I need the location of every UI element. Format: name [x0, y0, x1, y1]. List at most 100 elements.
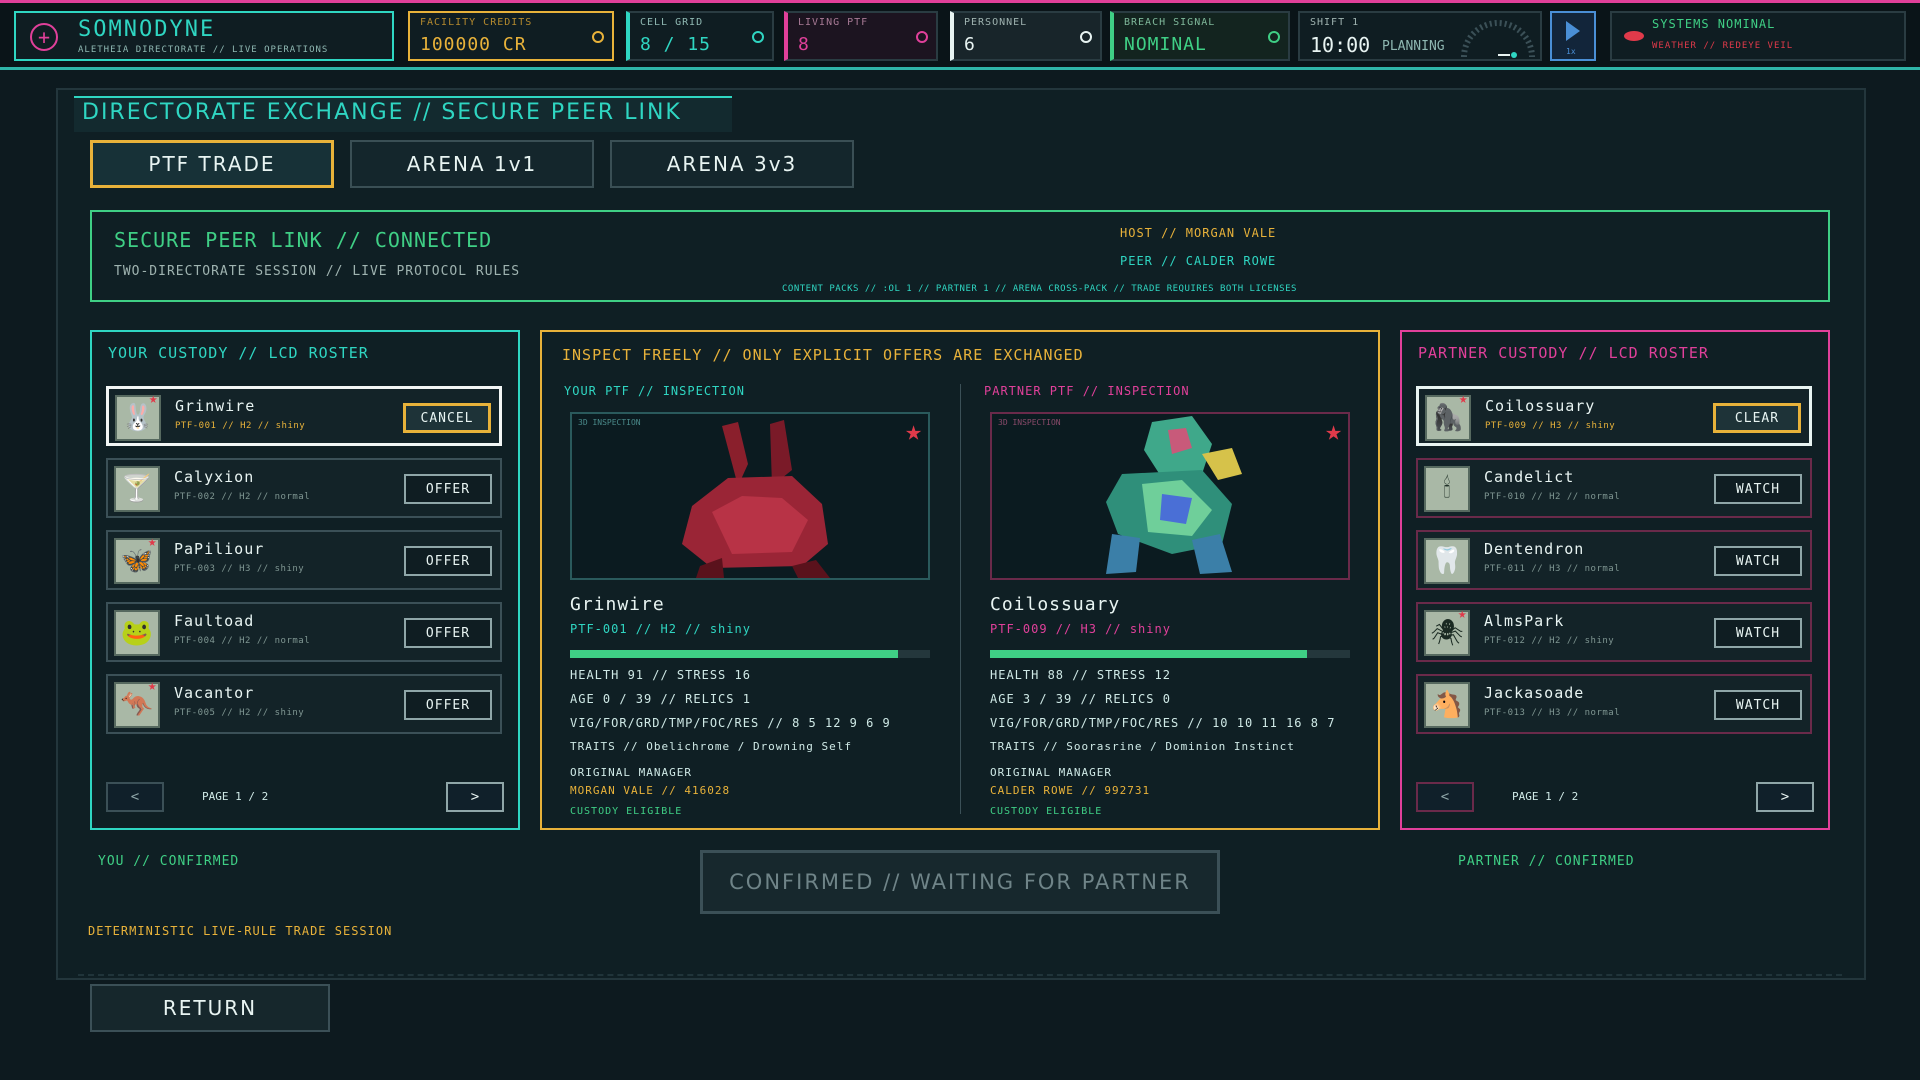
prev-page-button[interactable]: < — [106, 782, 164, 812]
roster-item-jackasoade[interactable]: 🐴 Jackasoade PTF-013 // H3 // normal WAT… — [1416, 674, 1812, 734]
your-health-bar-fill — [570, 650, 898, 658]
your-manager-value: MORGAN VALE // 416028 — [570, 784, 731, 797]
partner-3d-viewport[interactable]: 3D INSPECTION ★ — [990, 412, 1350, 580]
ptf-thumbnail: 🕯 — [1424, 466, 1470, 512]
ptf-name: Grinwire — [175, 397, 256, 415]
next-page-button[interactable]: > — [1756, 782, 1814, 812]
shiny-star-icon: ★ — [1458, 606, 1467, 622]
session-note: DETERMINISTIC LIVE-RULE TRADE SESSION — [88, 924, 393, 938]
roster-item-faultoad[interactable]: 🐸 Faultoad PTF-004 // H2 // normal OFFER — [106, 602, 502, 662]
shift-label: SHIFT 1 — [1310, 17, 1360, 28]
partner-stat-line-2: AGE 3 / 39 // RELICS 0 — [990, 692, 1171, 706]
status-weather: WEATHER // REDEYE VEIL — [1652, 41, 1794, 51]
prev-page-button[interactable]: < — [1416, 782, 1474, 812]
clear-selection-button[interactable]: CLEAR — [1713, 403, 1801, 433]
breach-value: NOMINAL — [1124, 34, 1207, 55]
partner-manager-value: CALDER ROWE // 992731 — [990, 784, 1151, 797]
offer-button[interactable]: OFFER — [404, 690, 492, 720]
living-ptf-label: LIVING PTF — [798, 17, 869, 28]
credits-indicator-icon — [592, 31, 604, 43]
link-status-subtitle: TWO-DIRECTORATE SESSION // LIVE PROTOCOL… — [114, 264, 521, 279]
page-indicator: PAGE 1 / 2 — [1512, 790, 1579, 803]
your-stat-line-1: HEALTH 91 // STRESS 16 — [570, 668, 751, 682]
ptf-name: Candelict — [1484, 468, 1575, 486]
partner-custody-status: CUSTODY ELIGIBLE — [990, 806, 1103, 817]
inspection-panel: INSPECT FREELY // ONLY EXPLICIT OFFERS A… — [540, 330, 1380, 830]
roster-item-candelict[interactable]: 🕯 Candelict PTF-010 // H2 // normal WATC… — [1416, 458, 1812, 518]
your-3d-viewport[interactable]: 3D INSPECTION ★ — [570, 412, 930, 580]
you-confirmed-status: YOU // CONFIRMED — [98, 854, 240, 869]
ptf-name: Calyxion — [174, 468, 255, 486]
link-host: HOST // MORGAN VALE — [1120, 226, 1277, 240]
ptf-thumbnail: 🍸 — [114, 466, 160, 512]
roster-item-dentendron[interactable]: 🦷 Dentendron PTF-011 // H3 // normal WAT… — [1416, 530, 1812, 590]
watch-button[interactable]: WATCH — [1714, 618, 1802, 648]
grinwire-model — [682, 420, 830, 578]
ptf-thumbnail: 🦷 — [1424, 538, 1470, 584]
watch-button[interactable]: WATCH — [1714, 546, 1802, 576]
ptf-name: PaPiliour — [174, 540, 265, 558]
next-page-button[interactable]: > — [446, 782, 504, 812]
your-roster-header: YOUR CUSTODY // LCD ROSTER — [108, 344, 369, 362]
cell-grid-value: 8 / 15 — [640, 34, 712, 55]
roster-item-almspark[interactable]: 🕷 ★ AlmsPark PTF-012 // H2 // shiny WATC… — [1416, 602, 1812, 662]
credits-block: FACILITY CREDITS 100000 CR — [408, 11, 614, 61]
tab-arena-3v3[interactable]: ARENA 3v3 — [610, 140, 854, 188]
your-custody-status: CUSTODY ELIGIBLE — [570, 806, 683, 817]
your-stat-line-2: AGE 0 / 39 // RELICS 1 — [570, 692, 751, 706]
shiny-star-icon: ★ — [1459, 391, 1468, 407]
roster-item-calyxion[interactable]: 🍸 Calyxion PTF-002 // H2 // normal OFFER — [106, 458, 502, 518]
ptf-name: Dentendron — [1484, 540, 1585, 558]
partner-health-bar — [990, 650, 1350, 658]
cell-grid-label: CELL GRID — [640, 17, 704, 28]
breach-indicator-icon — [1268, 31, 1280, 43]
roster-item-grinwire[interactable]: 🐰 ★ Grinwire PTF-001 // H2 // shiny CANC… — [106, 386, 502, 446]
status-title: SYSTEMS NOMINAL — [1652, 17, 1776, 31]
offer-button[interactable]: OFFER — [404, 546, 492, 576]
cancel-offer-button[interactable]: CANCEL — [403, 403, 491, 433]
shiny-star-icon: ★ — [149, 391, 158, 407]
ptf-thumbnail: 🐴 — [1424, 682, 1470, 728]
return-button[interactable]: RETURN — [90, 984, 330, 1032]
ptf-thumbnail: 🐸 — [114, 610, 160, 656]
your-inspection-header: YOUR PTF // INSPECTION — [564, 384, 745, 398]
link-peer: PEER // CALDER ROWE — [1120, 254, 1277, 268]
partner-manager-label: ORIGINAL MANAGER — [990, 766, 1112, 779]
shiny-star-icon: ★ — [905, 414, 922, 447]
offer-button[interactable]: OFFER — [404, 474, 492, 504]
speed-play-button[interactable]: 1x — [1550, 11, 1596, 61]
ptf-name: AlmsPark — [1484, 612, 1565, 630]
offer-button[interactable]: OFFER — [404, 618, 492, 648]
watch-button[interactable]: WATCH — [1714, 690, 1802, 720]
partner-health-bar-fill — [990, 650, 1307, 658]
cell-grid-indicator-icon — [752, 31, 764, 43]
your-ptf-sub: PTF-001 // H2 // shiny — [570, 622, 751, 636]
ptf-name: Faultoad — [174, 612, 255, 630]
top-hud: + SOMNODYNE ALETHEIA DIRECTORATE // LIVE… — [0, 0, 1920, 70]
ptf-sub: PTF-001 // H2 // shiny — [175, 421, 306, 431]
confirm-trade-label: CONFIRMED // WAITING FOR PARTNER — [729, 870, 1191, 894]
tab-arena-1v1[interactable]: ARENA 1v1 — [350, 140, 594, 188]
your-stat-line-3: VIG/FOR/GRD/TMP/FOC/RES // 8 5 12 9 6 9 — [570, 716, 891, 730]
inspection-divider — [960, 384, 961, 814]
roster-item-vacantor[interactable]: 🦘 ★ Vacantor PTF-005 // H2 // shiny OFFE… — [106, 674, 502, 734]
ptf-sub: PTF-011 // H3 // normal — [1484, 564, 1621, 574]
page-title: DIRECTORATE EXCHANGE // SECURE PEER LINK — [82, 100, 682, 125]
watch-button[interactable]: WATCH — [1714, 474, 1802, 504]
page-indicator: PAGE 1 / 2 — [202, 790, 269, 803]
link-status-title: SECURE PEER LINK // CONNECTED — [114, 228, 493, 252]
partner-ptf-name: Coilossuary — [990, 594, 1121, 615]
personnel-label: PERSONNEL — [964, 17, 1028, 28]
ptf-sub: PTF-003 // H3 // shiny — [174, 564, 305, 574]
breach-label: BREACH SIGNAL — [1124, 17, 1216, 28]
partner-stat-line-3: VIG/FOR/GRD/TMP/FOC/RES // 10 10 11 16 8… — [990, 716, 1336, 730]
roster-item-papiliour[interactable]: 🦋 ★ PaPiliour PTF-003 // H3 // shiny OFF… — [106, 530, 502, 590]
logo-block: + SOMNODYNE ALETHEIA DIRECTORATE // LIVE… — [14, 11, 394, 61]
shift-phase: PLANNING — [1382, 39, 1445, 54]
partner-ptf-sub: PTF-009 // H3 // shiny — [990, 622, 1171, 636]
roster-item-coilossuary[interactable]: 🦍 ★ Coilossuary PTF-009 // H3 // shiny C… — [1416, 386, 1812, 446]
tab-ptf-trade[interactable]: PTF TRADE — [90, 140, 334, 188]
partner-stat-line-1: HEALTH 88 // STRESS 12 — [990, 668, 1171, 682]
clock-gauge-icon — [1461, 20, 1535, 58]
confirm-trade-button[interactable]: CONFIRMED // WAITING FOR PARTNER — [700, 850, 1220, 914]
